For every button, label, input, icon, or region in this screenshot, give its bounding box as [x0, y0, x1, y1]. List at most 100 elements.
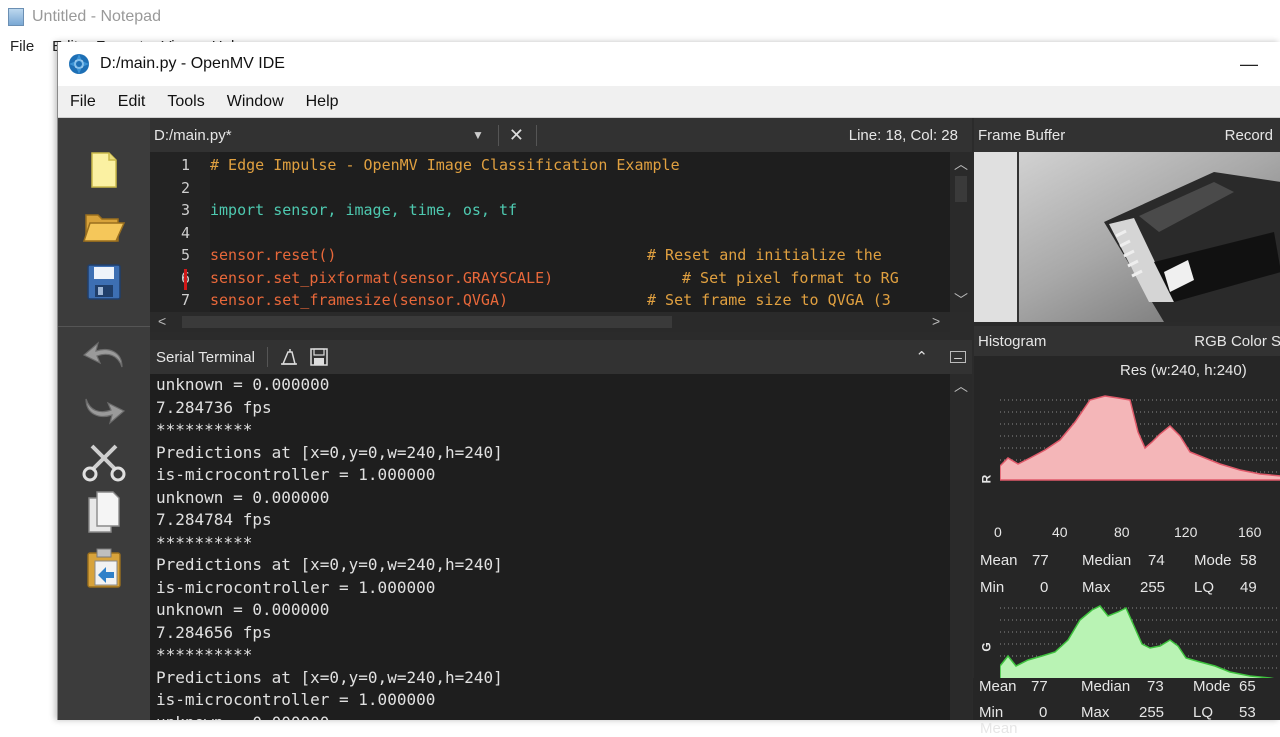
redo-icon — [85, 398, 126, 425]
line-number: 2 — [180, 179, 190, 197]
axis-tick: 120 — [1174, 524, 1198, 540]
terminal-line: Predictions at [x=0,y=0,w=240,h=240] — [156, 555, 503, 574]
chevron-up-icon[interactable]: ︿ — [954, 154, 968, 174]
clear-terminal-button[interactable] — [280, 348, 298, 366]
close-file-button[interactable]: ✕ — [497, 124, 537, 146]
menu-help[interactable]: Help — [306, 93, 339, 111]
notepad-menu-file[interactable]: File — [10, 38, 34, 55]
serial-terminal-header: Serial Terminal ⌃ – — [150, 340, 972, 374]
terminal-line: unknown = 0.000000 — [156, 375, 330, 394]
toolbar-separator — [58, 326, 150, 327]
stat-value: 255 — [1140, 579, 1166, 596]
editor-filename[interactable]: D:/main.py* — [154, 127, 472, 144]
cut-icon — [82, 444, 126, 482]
chevron-up-icon[interactable]: ⌃ — [915, 348, 928, 366]
copy-button[interactable] — [82, 490, 126, 534]
chevron-up-icon[interactable]: ︿ — [954, 376, 968, 396]
notepad-icon — [8, 8, 24, 26]
editor-vertical-scrollbar[interactable]: ︿ ﹀ — [950, 152, 972, 312]
menu-tools[interactable]: Tools — [167, 93, 204, 111]
chevron-right-icon[interactable]: > — [932, 313, 940, 329]
stat-value: 58 — [1240, 552, 1257, 569]
terminal-line: ********** — [156, 420, 253, 439]
stat-value: 0 — [1039, 704, 1048, 721]
stat-label: Max — [1081, 704, 1110, 721]
cut-button[interactable] — [82, 440, 126, 484]
g-channel-label: G — [979, 642, 994, 652]
editor-horizontal-scrollbar[interactable]: < > — [150, 312, 950, 332]
code-line: sensor.set_framesize(sensor.QVGA) — [210, 291, 509, 309]
frame-buffer-header: Frame Buffer Record — [974, 118, 1280, 152]
stat-label: Mean — [980, 552, 1018, 569]
openmv-logo-icon — [69, 54, 89, 74]
copy-icon — [88, 491, 120, 533]
dock-panel-icon[interactable]: – — [950, 349, 966, 365]
serial-terminal-output[interactable]: unknown = 0.000000 7.284736 fps ********… — [150, 374, 950, 720]
chevron-left-icon[interactable]: < — [158, 313, 166, 329]
axis-tick: 0 — [994, 524, 1002, 540]
line-number-gutter: 1 2 3 4 5 6 7 — [150, 152, 210, 312]
paste-icon — [87, 548, 121, 588]
menu-window[interactable]: Window — [227, 93, 284, 111]
save-icon — [310, 348, 328, 366]
open-folder-icon — [82, 214, 126, 242]
terminal-vertical-scrollbar[interactable]: ︿ — [950, 374, 972, 720]
save-terminal-button[interactable] — [310, 348, 328, 366]
open-file-button[interactable] — [82, 204, 126, 248]
stat-label: LQ — [1193, 704, 1214, 721]
line-number: 4 — [180, 224, 190, 242]
terminal-line: unknown = 0.000000 — [156, 487, 330, 507]
save-icon — [87, 264, 121, 300]
terminal-line: Predictions at [x=0,y=0,w=240,h=240] — [156, 667, 503, 687]
stat-label: Mode — [1193, 678, 1231, 695]
scrollbar-thumb[interactable] — [182, 316, 672, 328]
change-marker — [184, 269, 187, 290]
new-file-button[interactable] — [82, 148, 126, 192]
r-histogram-plot — [1000, 395, 1280, 481]
line-number: 3 — [180, 201, 190, 219]
paste-button[interactable] — [82, 546, 126, 590]
histogram-header: Histogram RGB Color S — [974, 326, 1280, 356]
stat-value: 65 — [1239, 678, 1256, 695]
record-button[interactable]: Record — [1225, 127, 1273, 144]
terminal-line: Predictions at [x=0,y=0,w=240,h=240] — [156, 442, 503, 462]
save-file-button[interactable] — [82, 260, 126, 304]
color-space-select[interactable]: RGB Color S — [1194, 333, 1280, 350]
stat-value: 77 — [1032, 552, 1049, 569]
stat-label: Mean — [980, 720, 1018, 737]
stat-value: 74 — [1148, 552, 1165, 569]
histogram-title: Histogram — [978, 332, 1047, 350]
chevron-down-icon[interactable]: ﹀ — [954, 290, 968, 310]
scrollbar-thumb[interactable] — [955, 176, 967, 202]
ide-toolbar — [58, 118, 150, 720]
ide-window-title: D:/main.py - OpenMV IDE — [100, 55, 285, 72]
terminal-line: 7.284656 fps — [156, 622, 272, 642]
terminal-line: ********** — [156, 532, 253, 552]
g-histogram-plot — [1000, 605, 1280, 689]
stat-label: Mean — [979, 678, 1017, 695]
cursor-position: Line: 18, Col: 28 — [848, 126, 958, 144]
resolution-label: Res (w:240, h:240) — [1120, 362, 1247, 379]
terminal-line: unknown = 0.000000 — [156, 600, 330, 619]
stat-label: Min — [980, 579, 1005, 596]
frame-buffer-image — [974, 152, 1280, 322]
chevron-down-icon[interactable]: ▼ — [472, 128, 484, 142]
code-comment: # Set pixel format to RG — [682, 269, 899, 287]
minimize-button[interactable]: — — [1239, 54, 1259, 75]
code-editor[interactable]: 1 2 3 4 5 6 7 # Edge Impulse - OpenMV Im… — [150, 152, 972, 312]
code-line: # Edge Impulse - OpenMV Image Classifica… — [210, 156, 680, 174]
undo-button[interactable] — [82, 334, 126, 378]
new-file-icon — [91, 152, 117, 188]
stat-label: Median — [1081, 678, 1131, 695]
notepad-text-area[interactable] — [0, 58, 58, 720]
clear-icon — [280, 349, 297, 365]
menu-file[interactable]: File — [70, 93, 96, 111]
axis-tick: 80 — [1114, 524, 1130, 540]
code-line: import sensor, image, time, os, tf — [210, 201, 518, 219]
stat-label: Mode — [1194, 552, 1232, 569]
redo-button[interactable] — [82, 388, 126, 432]
code-comment: # Reset and initialize the — [647, 246, 882, 264]
axis-tick: 160 — [1238, 524, 1262, 540]
stat-value: 77 — [1031, 678, 1048, 695]
menu-edit[interactable]: Edit — [118, 93, 146, 111]
